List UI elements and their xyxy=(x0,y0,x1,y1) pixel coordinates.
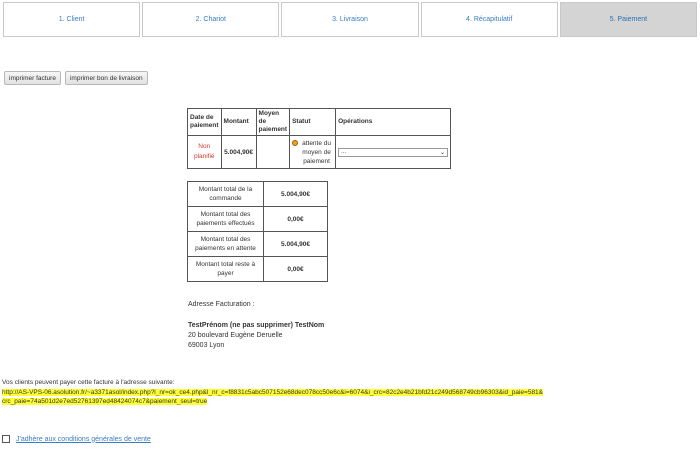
operations-selected-value: ... xyxy=(341,149,347,155)
header-amount: Montant xyxy=(220,108,257,136)
payment-date-cell: Non planifié xyxy=(187,135,222,169)
operations-cell: ... ⌄ xyxy=(335,135,452,169)
invoice-link-section: Vos clients peuvent payer cette facture … xyxy=(2,378,692,406)
payments-table: Date de paiement Montant Moyen de paieme… xyxy=(187,108,452,169)
header-payment-date: Date de paiement xyxy=(187,108,222,136)
print-delivery-note-button[interactable]: imprimer bon de livraison xyxy=(64,71,148,85)
print-invoice-button[interactable]: imprimer facture xyxy=(4,71,61,85)
header-status: Statut xyxy=(289,108,337,136)
total-pending-label: Montant total des paiements en attente xyxy=(187,231,264,257)
header-payment-method: Moyen de paiement xyxy=(255,108,291,136)
step-delivery-tab[interactable]: 3. Livraison xyxy=(281,2,419,37)
total-order-value: 5.004,90€ xyxy=(263,181,328,207)
table-row: Montant total des paiements en attente 5… xyxy=(187,231,328,257)
total-pending-value: 5.004,90€ xyxy=(263,231,328,257)
payment-status-cell: attente du moyen de paiement xyxy=(289,135,337,169)
payment-method-cell xyxy=(255,135,291,169)
payments-table-header: Date de paiement Montant Moyen de paieme… xyxy=(187,108,452,136)
table-row: Non planifié 5.004,90€ attente du moyen … xyxy=(187,135,452,169)
step-client-tab[interactable]: 1. Client xyxy=(3,2,141,37)
header-operations: Opérations xyxy=(335,108,452,136)
terms-checkbox[interactable] xyxy=(2,435,10,443)
total-order-label: Montant total de la commande xyxy=(187,181,264,207)
step-cart-tab[interactable]: 2. Chariot xyxy=(142,2,280,37)
totals-table: Montant total de la commande 5.004,90€ M… xyxy=(187,181,328,282)
checkout-steps: 1. Client 2. Chariot 3. Livraison 4. Réc… xyxy=(3,2,698,37)
chevron-down-icon: ⌄ xyxy=(440,149,446,156)
total-remaining-label: Montant total reste à payer xyxy=(187,256,264,282)
invoice-url-line-1[interactable]: http://AS-VPS-06.asolution.fr/~a3371asol… xyxy=(2,389,544,396)
total-remaining-value: 0,00€ xyxy=(263,256,328,282)
table-row: Montant total de la commande 5.004,90€ xyxy=(187,181,328,207)
billing-street: 20 boulevard Eugène Deruelle xyxy=(188,332,283,339)
table-row: Montant total des paiements effectués 0,… xyxy=(187,206,328,232)
invoice-url[interactable]: http://AS-VPS-06.asolution.fr/~a3371asol… xyxy=(2,388,692,406)
total-paid-value: 0,00€ xyxy=(263,206,328,232)
terms-link[interactable]: J'adhère aux conditions générales de ven… xyxy=(16,436,151,443)
payment-amount-cell: 5.004,90€ xyxy=(220,135,257,169)
step-summary-tab[interactable]: 4. Récapitulatif xyxy=(420,2,558,37)
billing-city: 69003 Lyon xyxy=(188,342,225,349)
total-paid-label: Montant total des paiements effectués xyxy=(187,206,264,232)
billing-address: Adresse Facturation : TestPrénom (ne pas… xyxy=(188,300,324,351)
billing-name: TestPrénom (ne pas supprimer) TestNom xyxy=(188,322,325,329)
print-toolbar: imprimer facture imprimer bon de livrais… xyxy=(4,71,148,85)
status-pending-icon xyxy=(292,139,299,146)
invoice-link-intro: Vos clients peuvent payer cette facture … xyxy=(2,379,175,386)
step-payment-tab[interactable]: 5. Paiement xyxy=(559,2,698,37)
terms-row: J'adhère aux conditions générales de ven… xyxy=(2,435,151,443)
table-row: Montant total reste à payer 0,00€ xyxy=(187,256,328,282)
operations-select[interactable]: ... ⌄ xyxy=(338,147,449,157)
status-wrapper: attente du moyen de paiement xyxy=(292,139,333,166)
status-label: attente du moyen de paiement xyxy=(302,139,332,165)
billing-address-label: Adresse Facturation : xyxy=(188,301,255,308)
invoice-url-line-2[interactable]: crc_paie=74a501d2e7ed52761397ed48424074c… xyxy=(2,398,208,405)
